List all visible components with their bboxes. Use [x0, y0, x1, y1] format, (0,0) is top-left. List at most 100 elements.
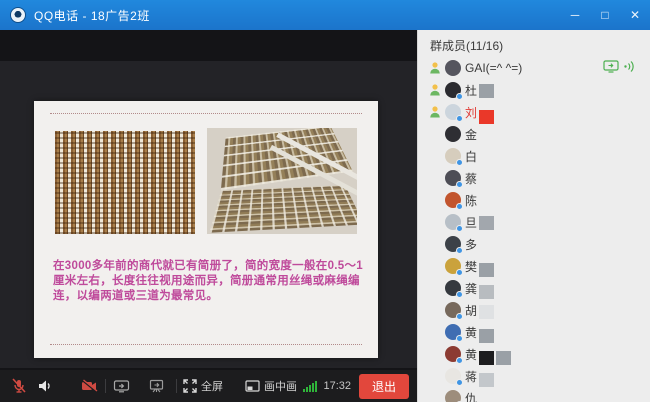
status-badge	[456, 93, 463, 100]
redacted-name-block	[479, 329, 494, 343]
avatar	[445, 148, 461, 164]
status-badge	[456, 335, 463, 342]
avatar	[445, 214, 461, 230]
avatar	[445, 126, 461, 142]
member-name: 黄	[465, 346, 477, 363]
member-row[interactable]: 金	[418, 123, 650, 145]
member-row[interactable]: 胡	[418, 299, 650, 321]
member-row[interactable]: 龚	[418, 277, 650, 299]
whiteboard-icon[interactable]	[147, 377, 166, 395]
close-button[interactable]: ✕	[620, 0, 650, 30]
member-name: 蔡	[465, 170, 477, 187]
member-row[interactable]: 旦	[418, 211, 650, 233]
main-area: 在3000多年前的商代就已有简册了，简的宽度一般在0.5～1厘米左右，长度往往视…	[0, 30, 650, 402]
member-row[interactable]: 刘	[418, 101, 650, 123]
slide-bottom-divider	[50, 344, 362, 345]
screen-share-stage: 在3000多年前的商代就已有简册了，简的宽度一般在0.5～1厘米左右，长度往往视…	[0, 30, 417, 402]
presentation-slide: 在3000多年前的商代就已有简册了，简的宽度一般在0.5～1厘米左右，长度往往视…	[34, 101, 378, 358]
member-name: 蒋	[465, 368, 477, 385]
avatar	[445, 346, 461, 362]
avatar	[445, 324, 461, 340]
member-name: 仇	[465, 390, 477, 402]
fullscreen-button[interactable]: 全屏	[183, 378, 223, 394]
member-row[interactable]: 多	[418, 233, 650, 255]
pip-button[interactable]: 画中画	[245, 378, 297, 394]
maximize-button[interactable]: □	[590, 0, 620, 30]
member-name: 胡	[465, 302, 477, 319]
status-badge	[456, 181, 463, 188]
member-name: 陈	[465, 192, 477, 209]
member-name: 杜	[465, 82, 477, 99]
member-name: 多	[465, 236, 477, 253]
status-badge	[456, 269, 463, 276]
member-row[interactable]: 杜	[418, 79, 650, 101]
exit-call-button[interactable]: 退出	[359, 374, 409, 399]
qq-call-window: QQ电话 - 18广告2班 ─ □ ✕ 在3000多年前的商代就已有简册了，简的…	[0, 0, 650, 402]
redacted-name-block	[479, 373, 494, 387]
in-call-person-icon	[428, 105, 443, 120]
avatar	[445, 170, 461, 186]
bamboo-book-image	[207, 128, 357, 234]
member-row[interactable]: 黄	[418, 343, 650, 365]
member-panel: 群成员(11/16) GAI(=^ ^=)杜刘金白蔡陈旦多樊龚胡黄黄蒋仇	[417, 30, 650, 402]
status-badge	[456, 379, 463, 386]
screen-sharing-icon	[603, 60, 619, 76]
member-name: 金	[465, 126, 477, 143]
avatar	[445, 192, 461, 208]
member-row[interactable]: 樊	[418, 255, 650, 277]
member-count-header: 群成员(11/16)	[418, 30, 650, 57]
status-badge	[456, 203, 463, 210]
member-row[interactable]: GAI(=^ ^=)	[418, 57, 650, 79]
bamboo-slips-image	[55, 131, 195, 234]
member-name: 龚	[465, 280, 477, 297]
qq-call-app-icon	[10, 7, 26, 23]
avatar	[445, 82, 461, 98]
member-row[interactable]: 白	[418, 145, 650, 167]
status-badge	[456, 357, 463, 364]
avatar	[445, 280, 461, 296]
status-badge	[456, 225, 463, 232]
in-call-person-icon	[428, 83, 443, 98]
avatar	[445, 104, 461, 120]
screen-share-icon[interactable]	[112, 377, 131, 395]
redacted-name-block	[479, 216, 494, 230]
minimize-button[interactable]: ─	[560, 0, 590, 30]
member-row[interactable]: 陈	[418, 189, 650, 211]
video-region: 在3000多年前的商代就已有简册了，简的宽度一般在0.5～1厘米左右，长度往往视…	[0, 61, 417, 368]
member-row[interactable]: 蒋	[418, 365, 650, 387]
member-row[interactable]: 黄	[418, 321, 650, 343]
slide-body-text: 在3000多年前的商代就已有简册了，简的宽度一般在0.5～1厘米左右，长度往往视…	[53, 259, 367, 304]
status-badge	[456, 115, 463, 122]
titlebar: QQ电话 - 18广告2班 ─ □ ✕	[0, 0, 650, 30]
in-call-person-icon	[428, 61, 443, 76]
avatar	[445, 60, 461, 76]
microphone-muted-icon[interactable]	[10, 377, 28, 395]
redacted-name-block	[479, 305, 494, 319]
member-name: 樊	[465, 258, 477, 275]
signal-bars-icon	[303, 380, 318, 392]
member-name: 旦	[465, 214, 477, 231]
avatar	[445, 390, 461, 402]
avatar	[445, 236, 461, 252]
member-name: 白	[465, 148, 477, 165]
member-row[interactable]: 蔡	[418, 167, 650, 189]
member-row[interactable]: 仇	[418, 387, 650, 402]
slide-top-divider	[50, 113, 362, 114]
fullscreen-icon	[183, 379, 197, 393]
member-name: GAI(=^ ^=)	[465, 61, 522, 75]
speaker-icon[interactable]	[36, 377, 54, 395]
member-list: GAI(=^ ^=)杜刘金白蔡陈旦多樊龚胡黄黄蒋仇	[418, 57, 650, 402]
status-badge	[456, 313, 463, 320]
redacted-name-block	[496, 351, 511, 365]
redacted-name-block	[479, 84, 494, 98]
fullscreen-label: 全屏	[201, 378, 223, 394]
redacted-name-block	[479, 110, 494, 124]
avatar	[445, 368, 461, 384]
pip-label: 画中画	[264, 378, 297, 394]
redacted-name-block	[479, 263, 494, 277]
camera-off-icon[interactable]	[80, 377, 99, 395]
call-toolbar: 全屏 画中画 17:32 退出	[0, 370, 417, 402]
status-badge	[456, 247, 463, 254]
pip-icon	[245, 379, 260, 393]
avatar	[445, 258, 461, 274]
